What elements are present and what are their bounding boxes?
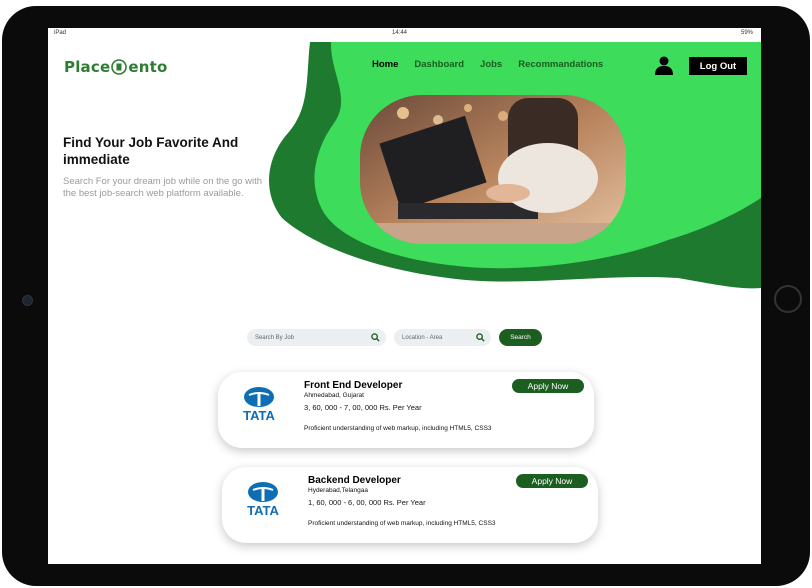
nav-jobs[interactable]: Jobs [480, 59, 502, 70]
location-search-placeholder: Location - Area [402, 334, 443, 341]
home-button[interactable] [774, 285, 802, 313]
tata-logo: TATA [247, 482, 279, 518]
job-search-input[interactable]: Search By Job [247, 329, 386, 346]
nav-home[interactable]: Home [372, 59, 398, 70]
job-location: Ahmedabad, Gujarat [304, 392, 364, 399]
job-description: Proficient understanding of web markup, … [308, 520, 496, 527]
nav-dashboard[interactable]: Dashboard [414, 59, 464, 70]
job-title[interactable]: Front End Developer [304, 380, 402, 391]
hero-title: Find Your Job Favorite And immediate [63, 135, 239, 167]
job-card[interactable]: TATA Backend Developer Hyderabad,Telanga… [222, 467, 598, 543]
search-button[interactable]: Search [499, 329, 542, 346]
logo-briefcase-icon [111, 59, 128, 75]
apply-now-button[interactable]: Apply Now [516, 474, 588, 488]
camera-dot [22, 295, 33, 306]
hero-subtitle: Search For your dream job while on the g… [63, 176, 263, 199]
job-salary: 3, 60, 000 - 7, 00, 000 Rs. Per Year [304, 403, 422, 412]
job-salary: 1, 60, 000 - 6, 00, 000 Rs. Per Year [308, 498, 426, 507]
job-location: Hyderabad,Telangaa [308, 487, 368, 494]
apply-now-button[interactable]: Apply Now [512, 379, 584, 393]
search-icon[interactable] [476, 333, 485, 342]
tata-logo: TATA [243, 387, 275, 423]
nav-recommendations[interactable]: Recommandations [518, 59, 603, 70]
search-icon[interactable] [371, 333, 380, 342]
location-search-input[interactable]: Location - Area [394, 329, 491, 346]
logout-button[interactable]: Log Out [689, 57, 747, 75]
main-nav: Home Dashboard Jobs Recommandations [372, 59, 603, 70]
brand-suffix: ento [128, 58, 168, 76]
hero-photo [360, 95, 626, 244]
brand-prefix: Place [64, 58, 111, 76]
app-screen: iPad 14:44 59% Place ento Home Dashboard… [48, 28, 761, 564]
job-description: Proficient understanding of web markup, … [304, 425, 492, 432]
search-bar: Search By Job Location - Area Search [247, 329, 542, 346]
job-card[interactable]: TATA Front End Developer Ahmedabad, Guja… [218, 372, 594, 448]
company-name: TATA [247, 503, 279, 518]
user-icon[interactable] [654, 55, 674, 75]
brand-logo[interactable]: Place ento [64, 58, 167, 76]
job-title[interactable]: Backend Developer [308, 475, 401, 486]
company-name: TATA [243, 408, 275, 423]
job-search-placeholder: Search By Job [255, 334, 295, 341]
